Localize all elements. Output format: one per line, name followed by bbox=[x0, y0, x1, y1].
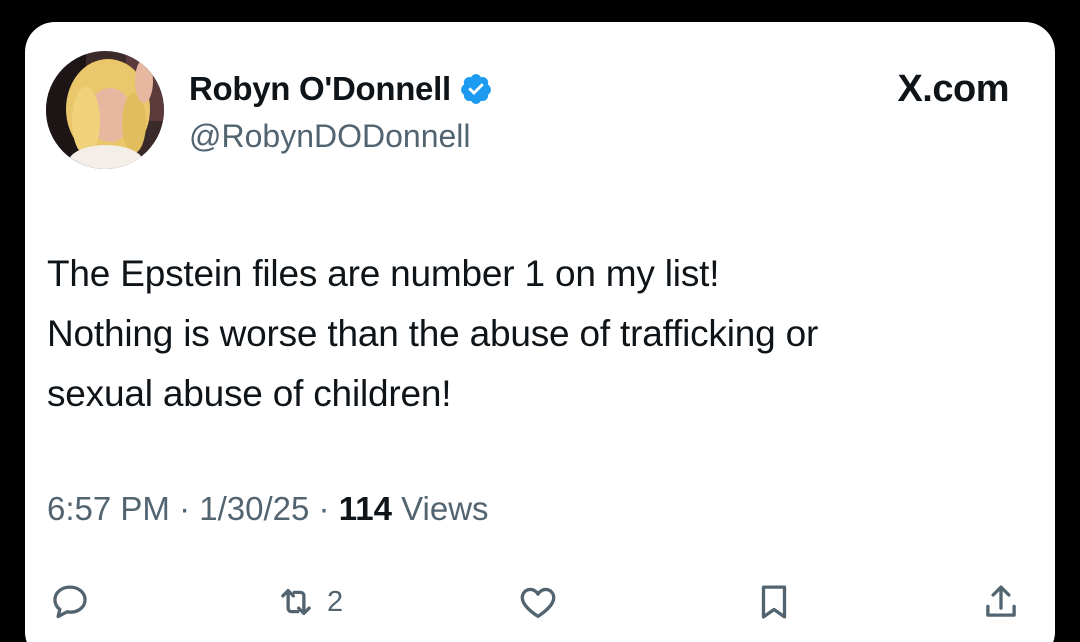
views-label: Views bbox=[401, 490, 489, 527]
reply-icon bbox=[53, 585, 87, 619]
screenshot-frame: Robyn O'Donnell @RobynDODonnell X.com Th… bbox=[0, 0, 1080, 642]
tweet-card[interactable]: Robyn O'Donnell @RobynDODonnell X.com Th… bbox=[25, 22, 1055, 642]
tweet-text-line: Nothing is worse than the abuse of traff… bbox=[47, 313, 819, 354]
tweet-actions-bar: 2 bbox=[25, 580, 1055, 624]
bookmark-button[interactable] bbox=[753, 580, 795, 624]
share-button[interactable] bbox=[980, 580, 1022, 624]
tweet-text: The Epstein files are number 1 on my lis… bbox=[47, 244, 1037, 424]
tweet-meta: 6:57 PM · 1/30/25 · 114 Views bbox=[47, 490, 489, 528]
repost-button[interactable]: 2 bbox=[275, 580, 343, 624]
views-count: 114 bbox=[338, 490, 392, 527]
author-name-row[interactable]: Robyn O'Donnell bbox=[189, 67, 493, 111]
like-button[interactable] bbox=[517, 580, 559, 624]
author-display-name[interactable]: Robyn O'Donnell bbox=[189, 70, 451, 108]
brand-watermark: X.com bbox=[897, 68, 1009, 110]
tweet-text-line: The Epstein files are number 1 on my lis… bbox=[47, 253, 720, 294]
bookmark-icon bbox=[761, 585, 787, 619]
like-icon bbox=[520, 587, 556, 619]
tweet-time[interactable]: 6:57 PM bbox=[47, 490, 170, 527]
tweet-date[interactable]: 1/30/25 bbox=[199, 490, 309, 527]
meta-separator: · bbox=[179, 490, 200, 527]
reply-button[interactable] bbox=[49, 580, 91, 624]
repost-count: 2 bbox=[327, 585, 344, 618]
author-handle[interactable]: @RobynDODonnell bbox=[189, 118, 471, 155]
meta-separator: · bbox=[318, 490, 339, 527]
repost-icon bbox=[281, 588, 311, 616]
avatar[interactable] bbox=[46, 51, 164, 169]
tweet-text-line: sexual abuse of children! bbox=[47, 373, 452, 414]
profile-photo-icon bbox=[46, 51, 164, 169]
share-icon bbox=[986, 585, 1016, 617]
verified-badge-icon bbox=[460, 74, 491, 104]
